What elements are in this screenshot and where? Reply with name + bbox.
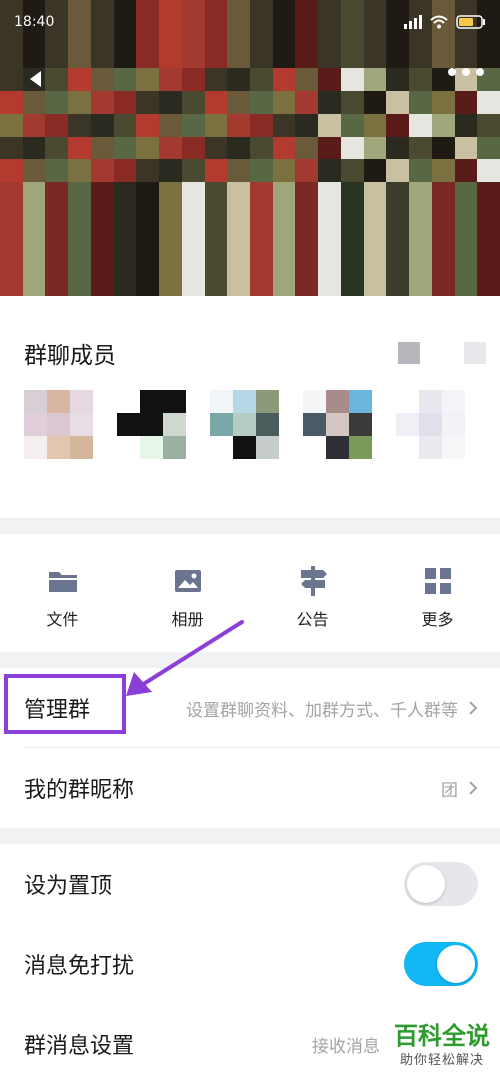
pin-chat-row: 设为置顶 bbox=[0, 844, 500, 924]
pixelated-cover bbox=[0, 0, 500, 296]
group-info-page: 18:40 群聊成员 文件 相册 公告 更多 管理群 设置群聊资料、加群方式、千… bbox=[0, 0, 500, 1084]
member-avatars bbox=[24, 390, 465, 459]
action-files[interactable]: 文件 bbox=[0, 534, 125, 652]
grid-icon bbox=[423, 566, 453, 596]
back-button[interactable] bbox=[22, 66, 48, 92]
member-avatar[interactable] bbox=[210, 390, 279, 459]
group-cover-image: 18:40 bbox=[0, 0, 500, 296]
member-avatar[interactable] bbox=[303, 390, 372, 459]
my-nickname-row[interactable]: 我的群昵称 团 bbox=[0, 748, 500, 828]
more-dots-icon bbox=[448, 68, 456, 76]
battery-icon bbox=[456, 15, 485, 29]
member-avatar[interactable] bbox=[396, 390, 465, 459]
chevron-right-icon bbox=[466, 701, 480, 715]
action-label: 文件 bbox=[46, 610, 79, 629]
signal-icon bbox=[404, 15, 422, 29]
highlight-box bbox=[4, 674, 126, 734]
image-icon bbox=[173, 566, 203, 596]
status-bar: 18:40 bbox=[0, 0, 500, 44]
row-label: 消息免打扰 bbox=[24, 954, 135, 979]
member-avatar[interactable] bbox=[24, 390, 93, 459]
members-arrow-icon[interactable] bbox=[398, 342, 486, 364]
action-announcement[interactable]: 公告 bbox=[250, 534, 375, 652]
watermark-title: 百科全说 bbox=[394, 1021, 490, 1050]
row-label: 我的群昵称 bbox=[24, 778, 135, 803]
mute-toggle[interactable] bbox=[404, 942, 478, 986]
row-value: 团 bbox=[441, 780, 458, 801]
watermark-subtitle: 助你轻松解决 bbox=[399, 1053, 484, 1068]
chevron-left-icon bbox=[30, 71, 41, 87]
members-section[interactable]: 群聊成员 bbox=[0, 296, 500, 518]
action-label: 公告 bbox=[296, 610, 329, 629]
folder-icon bbox=[48, 566, 78, 596]
signpost-icon bbox=[298, 566, 328, 596]
row-value: 接收消息 bbox=[312, 1036, 380, 1057]
wifi-icon bbox=[430, 15, 448, 29]
member-avatar[interactable] bbox=[117, 390, 186, 459]
do-not-disturb-row: 消息免打扰 bbox=[0, 924, 500, 1004]
more-options-button[interactable] bbox=[448, 68, 484, 76]
row-label: 群消息设置 bbox=[24, 1034, 135, 1059]
watermark-logo: 百科全说 助你轻松解决 bbox=[394, 1021, 490, 1068]
pin-toggle[interactable] bbox=[404, 862, 478, 906]
chevron-right-icon bbox=[466, 781, 480, 795]
action-label: 更多 bbox=[421, 610, 454, 629]
row-label: 设为置顶 bbox=[24, 874, 113, 899]
members-title: 群聊成员 bbox=[24, 343, 116, 369]
status-time: 18:40 bbox=[14, 14, 55, 30]
action-more[interactable]: 更多 bbox=[375, 534, 500, 652]
annotation-arrow-icon bbox=[126, 620, 244, 696]
